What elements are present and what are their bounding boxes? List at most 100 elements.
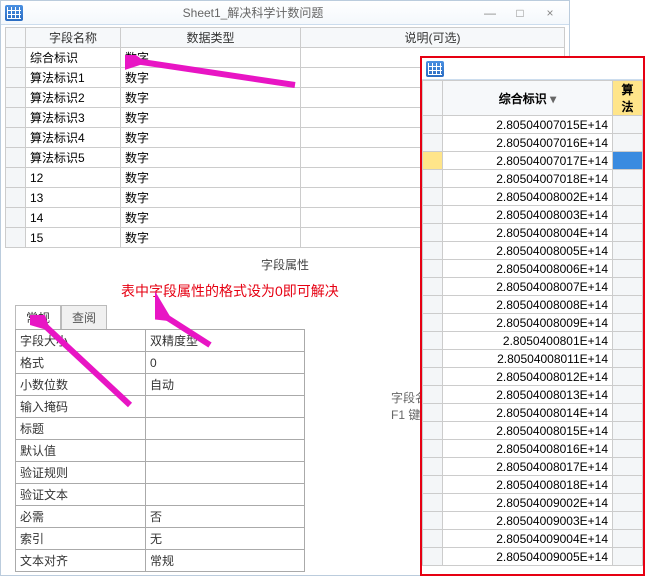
col-description[interactable]: 说明(可选) <box>301 28 565 48</box>
row-selector[interactable] <box>6 168 26 188</box>
field-name-cell[interactable]: 14 <box>26 208 121 228</box>
row-selector[interactable] <box>423 350 443 368</box>
data-cell[interactable]: 2.80504008015E+14 <box>443 422 613 440</box>
data-type-cell[interactable]: 数字 <box>121 128 301 148</box>
data-cell-partial[interactable] <box>613 152 643 170</box>
field-name-cell[interactable]: 综合标识 <box>26 48 121 68</box>
data-cell-partial[interactable] <box>613 242 643 260</box>
data-cell[interactable]: 2.80504008007E+14 <box>443 278 613 296</box>
row-selector[interactable] <box>423 548 443 566</box>
row-selector[interactable] <box>423 440 443 458</box>
prop-value[interactable] <box>146 484 305 506</box>
side-col2[interactable]: 算法 <box>613 81 643 116</box>
data-cell[interactable]: 2.80504008006E+14 <box>443 260 613 278</box>
data-type-cell[interactable]: 数字 <box>121 48 301 68</box>
data-cell-partial[interactable] <box>613 368 643 386</box>
data-cell[interactable]: 2.80504008013E+14 <box>443 386 613 404</box>
row-selector[interactable] <box>423 134 443 152</box>
data-cell-partial[interactable] <box>613 278 643 296</box>
tab-lookup[interactable]: 查阅 <box>61 305 107 329</box>
field-name-cell[interactable]: 算法标识1 <box>26 68 121 88</box>
data-cell[interactable]: 2.80504007015E+14 <box>443 116 613 134</box>
prop-value[interactable]: 无 <box>146 528 305 550</box>
field-name-cell[interactable]: 12 <box>26 168 121 188</box>
row-selector[interactable] <box>6 88 26 108</box>
row-selector[interactable] <box>423 458 443 476</box>
field-name-cell[interactable]: 算法标识3 <box>26 108 121 128</box>
row-selector[interactable] <box>423 152 443 170</box>
data-cell[interactable]: 2.80504008005E+14 <box>443 242 613 260</box>
data-cell-partial[interactable] <box>613 350 643 368</box>
row-selector[interactable] <box>423 242 443 260</box>
data-cell[interactable]: 2.80504009002E+14 <box>443 494 613 512</box>
data-cell[interactable]: 2.80504007018E+14 <box>443 170 613 188</box>
prop-key[interactable]: 默认值 <box>16 440 146 462</box>
data-cell[interactable]: 2.80504008003E+14 <box>443 206 613 224</box>
prop-value[interactable]: 否 <box>146 506 305 528</box>
data-cell[interactable]: 2.80504009004E+14 <box>443 530 613 548</box>
data-cell-partial[interactable] <box>613 332 643 350</box>
prop-value[interactable] <box>146 396 305 418</box>
field-name-cell[interactable]: 13 <box>26 188 121 208</box>
row-selector[interactable] <box>423 188 443 206</box>
dropdown-icon[interactable]: ▾ <box>550 92 556 106</box>
row-selector[interactable] <box>423 314 443 332</box>
data-cell[interactable]: 2.80504008018E+14 <box>443 476 613 494</box>
data-cell-partial[interactable] <box>613 296 643 314</box>
data-type-cell[interactable]: 数字 <box>121 228 301 248</box>
prop-key[interactable]: 小数位数 <box>16 374 146 396</box>
data-cell[interactable]: 2.80504007017E+14 <box>443 152 613 170</box>
prop-key[interactable]: 验证规则 <box>16 462 146 484</box>
row-selector[interactable] <box>6 208 26 228</box>
row-selector[interactable] <box>423 512 443 530</box>
side-titlebar[interactable] <box>422 58 643 80</box>
data-cell-partial[interactable] <box>613 422 643 440</box>
data-cell[interactable]: 2.80504007016E+14 <box>443 134 613 152</box>
data-cell-partial[interactable] <box>613 494 643 512</box>
data-cell[interactable]: 2.80504008004E+14 <box>443 224 613 242</box>
data-cell-partial[interactable] <box>613 530 643 548</box>
data-cell-partial[interactable] <box>613 116 643 134</box>
row-selector[interactable] <box>6 68 26 88</box>
field-name-cell[interactable]: 算法标识5 <box>26 148 121 168</box>
row-selector[interactable] <box>6 188 26 208</box>
prop-value[interactable] <box>146 440 305 462</box>
data-cell-partial[interactable] <box>613 134 643 152</box>
field-name-cell[interactable]: 算法标识4 <box>26 128 121 148</box>
field-name-cell[interactable]: 15 <box>26 228 121 248</box>
row-selector[interactable] <box>6 128 26 148</box>
data-cell-partial[interactable] <box>613 440 643 458</box>
data-cell-partial[interactable] <box>613 476 643 494</box>
prop-key[interactable]: 输入掩码 <box>16 396 146 418</box>
prop-key[interactable]: 文本对齐 <box>16 550 146 572</box>
col-field-name[interactable]: 字段名称 <box>26 28 121 48</box>
row-selector[interactable] <box>423 260 443 278</box>
tab-general[interactable]: 常规 <box>15 305 61 329</box>
prop-key[interactable]: 格式 <box>16 352 146 374</box>
row-selector[interactable] <box>423 332 443 350</box>
data-type-cell[interactable]: 数字 <box>121 68 301 88</box>
data-cell-partial[interactable] <box>613 512 643 530</box>
data-cell-partial[interactable] <box>613 206 643 224</box>
data-cell[interactable]: 2.80504008008E+14 <box>443 296 613 314</box>
prop-key[interactable]: 必需 <box>16 506 146 528</box>
row-selector[interactable] <box>423 476 443 494</box>
data-cell-partial[interactable] <box>613 224 643 242</box>
row-selector[interactable] <box>423 116 443 134</box>
data-cell-partial[interactable] <box>613 386 643 404</box>
data-cell[interactable]: 2.80504008012E+14 <box>443 368 613 386</box>
data-cell[interactable]: 2.80504008014E+14 <box>443 404 613 422</box>
data-cell[interactable]: 2.80504009003E+14 <box>443 512 613 530</box>
prop-value[interactable] <box>146 462 305 484</box>
row-selector[interactable] <box>423 404 443 422</box>
prop-value[interactable]: 常规 <box>146 550 305 572</box>
data-grid[interactable]: 综合标识 ▾ 算法 2.80504007015E+142.80504007016… <box>422 80 643 566</box>
titlebar[interactable]: Sheet1_解决科学计数问题 — □ × <box>1 1 569 25</box>
row-selector[interactable] <box>6 108 26 128</box>
row-selector[interactable] <box>423 386 443 404</box>
data-cell-partial[interactable] <box>613 548 643 566</box>
row-selector[interactable] <box>423 206 443 224</box>
row-selector[interactable] <box>6 148 26 168</box>
row-selector[interactable] <box>6 48 26 68</box>
data-cell-partial[interactable] <box>613 260 643 278</box>
